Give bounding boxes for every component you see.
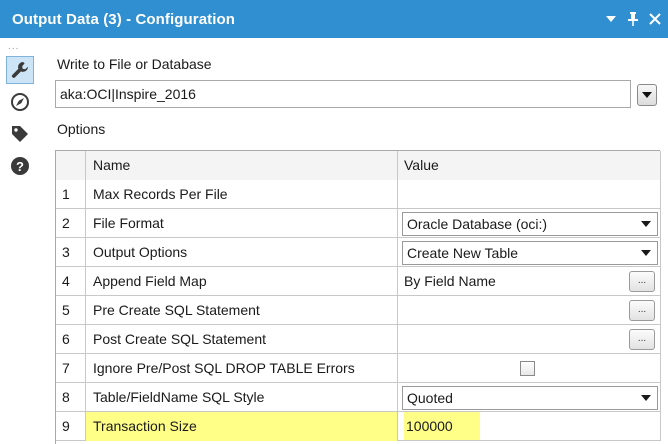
row-number: 5 [56, 296, 86, 325]
header-name[interactable]: Name [86, 151, 398, 180]
header-num-cell [56, 151, 86, 180]
chevron-down-icon [641, 221, 651, 227]
wrench-icon[interactable] [6, 56, 34, 84]
chevron-down-icon [641, 250, 651, 256]
option-name: Append Field Map [86, 267, 398, 296]
grid-header: Name Value [56, 151, 661, 180]
table-row[interactable]: 6 Post Create SQL Statement ... [56, 325, 661, 354]
table-row[interactable]: 8 Table/FieldName SQL Style Quoted [56, 383, 661, 412]
table-row[interactable]: 2 File Format Oracle Database (oci:) [56, 209, 661, 238]
pin-icon[interactable] [624, 8, 642, 30]
option-name: Output Options [86, 238, 398, 267]
append-field-map-ellipsis-button[interactable]: ... [629, 271, 655, 292]
option-name: Table/FieldName SQL Style [86, 383, 398, 412]
output-options-select[interactable]: Create New Table [402, 241, 658, 265]
options-grid: Name Value 1 Max Records Per File 2 File… [55, 150, 661, 444]
row-number: 1 [56, 180, 86, 209]
help-icon[interactable]: ? [6, 152, 34, 180]
close-icon[interactable] [646, 8, 664, 30]
header-value[interactable]: Value [398, 151, 661, 180]
option-name: File Format [86, 209, 398, 238]
window-title: Output Data (3) - Configuration [12, 10, 236, 28]
row-number: 3 [56, 238, 86, 267]
row-number: 4 [56, 267, 86, 296]
grip-handle[interactable]: ... [8, 42, 28, 52]
table-row[interactable]: 9 Transaction Size 100000 [56, 412, 661, 441]
file-format-select[interactable]: Oracle Database (oci:) [402, 212, 658, 236]
row-number: 7 [56, 354, 86, 383]
write-target-dropdown-button[interactable] [637, 84, 657, 106]
ignore-drop-errors-checkbox[interactable] [520, 361, 535, 376]
row-number: 6 [56, 325, 86, 354]
output-options-value: Create New Table [407, 245, 519, 261]
write-target-input[interactable]: aka:OCI|Inspire_2016 [55, 80, 631, 108]
transaction-size-value[interactable]: 100000 [398, 412, 661, 441]
navigate-icon[interactable] [6, 88, 34, 116]
file-format-value: Oracle Database (oci:) [407, 216, 548, 232]
option-name: Ignore Pre/Post SQL DROP TABLE Errors [86, 354, 398, 383]
sql-style-value: Quoted [407, 390, 453, 406]
svg-text:?: ? [16, 159, 24, 174]
row-number: 9 [56, 412, 86, 441]
table-row[interactable]: 7 Ignore Pre/Post SQL DROP TABLE Errors [56, 354, 661, 383]
dropdown-arrow-icon[interactable] [602, 8, 620, 30]
row-number: 2 [56, 209, 86, 238]
option-name-highlighted: Transaction Size [86, 412, 398, 441]
row-number: 8 [56, 383, 86, 412]
post-create-sql-value [398, 325, 661, 354]
chevron-down-icon [642, 91, 652, 98]
append-field-map-value: By Field Name [398, 267, 661, 296]
write-target-label: Write to File or Database [57, 56, 212, 72]
table-row[interactable]: 5 Pre Create SQL Statement ... [56, 296, 661, 325]
options-label: Options [57, 121, 106, 137]
table-row[interactable]: 1 Max Records Per File [56, 180, 661, 209]
chevron-down-icon [641, 395, 651, 401]
pre-create-sql-value [398, 296, 661, 325]
table-row[interactable]: 4 Append Field Map By Field Name ... [56, 267, 661, 296]
table-row[interactable]: 3 Output Options Create New Table [56, 238, 661, 267]
title-bar: Output Data (3) - Configuration [0, 0, 668, 38]
option-name: Pre Create SQL Statement [86, 296, 398, 325]
tag-icon[interactable] [6, 120, 34, 148]
max-records-value[interactable] [398, 180, 661, 209]
post-create-sql-ellipsis-button[interactable]: ... [629, 329, 655, 350]
pre-create-sql-ellipsis-button[interactable]: ... [629, 300, 655, 321]
option-name: Max Records Per File [86, 180, 398, 209]
sidebar: ... ? [0, 38, 48, 444]
transaction-size-text: 100000 [404, 412, 480, 440]
option-name: Post Create SQL Statement [86, 325, 398, 354]
sql-style-select[interactable]: Quoted [402, 386, 658, 410]
